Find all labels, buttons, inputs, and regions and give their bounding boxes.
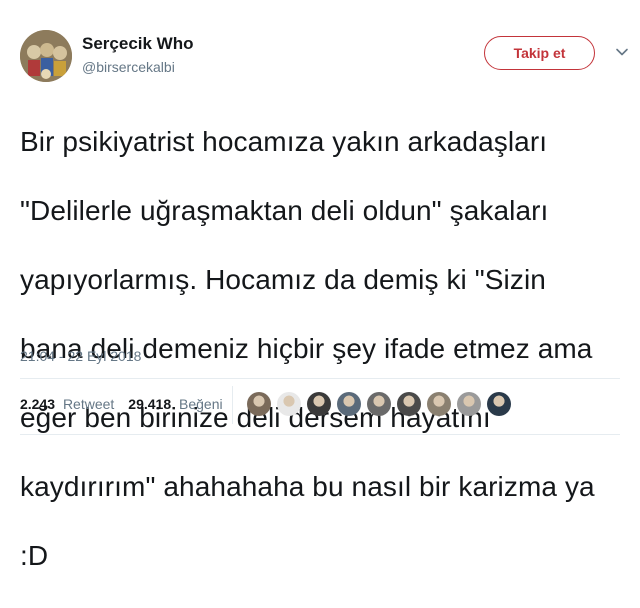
like-count[interactable]: 29.418 Beğeni — [128, 396, 222, 412]
liker-avatar[interactable] — [487, 392, 511, 416]
retweet-count[interactable]: 2.243 Retweet — [20, 396, 114, 412]
liker-avatar[interactable] — [307, 392, 331, 416]
liker-avatar[interactable] — [367, 392, 391, 416]
tweet-stats: 2.243 Retweet 29.418 Beğeni — [20, 396, 237, 412]
chevron-down-icon[interactable] — [614, 44, 630, 60]
retweet-label: Retweet — [62, 396, 115, 412]
tweet-header: Serçecik Who @birsercekalbi Takip et — [16, 18, 628, 88]
retweet-count-value: 2.243 — [20, 396, 56, 412]
divider — [20, 378, 620, 379]
liker-avatars — [247, 392, 517, 416]
tweet-line: kaydırırım" ahahahaha bu nasıl bir kariz… — [20, 470, 595, 502]
tweet-line: yapıyorlarmış. Hocamız da demiş ki "Sizi… — [20, 263, 546, 295]
tweet-line: :D — [20, 539, 49, 571]
tweet-line: Bir psikiyatrist hocamıza yakın arkadaşl… — [20, 125, 548, 157]
stats-divider — [232, 386, 233, 424]
tweet-line: "Delilerle uğraşmaktan deli oldun" şakal… — [20, 194, 549, 226]
tweet-timestamp[interactable]: 21:04 - 22 Eyl 2018 — [20, 348, 141, 364]
author-name[interactable]: Serçecik Who — [82, 34, 194, 54]
author-avatar[interactable] — [20, 30, 72, 82]
like-label: Beğeni — [179, 396, 223, 412]
liker-avatar[interactable] — [397, 392, 421, 416]
liker-avatar[interactable] — [457, 392, 481, 416]
liker-avatar[interactable] — [337, 392, 361, 416]
liker-avatar[interactable] — [427, 392, 451, 416]
liker-avatar[interactable] — [277, 392, 301, 416]
liker-avatar[interactable] — [247, 392, 271, 416]
like-count-value: 29.418 — [128, 396, 172, 412]
follow-button[interactable]: Takip et — [484, 36, 595, 70]
author-handle[interactable]: @birsercekalbi — [82, 59, 175, 75]
divider — [20, 434, 620, 435]
